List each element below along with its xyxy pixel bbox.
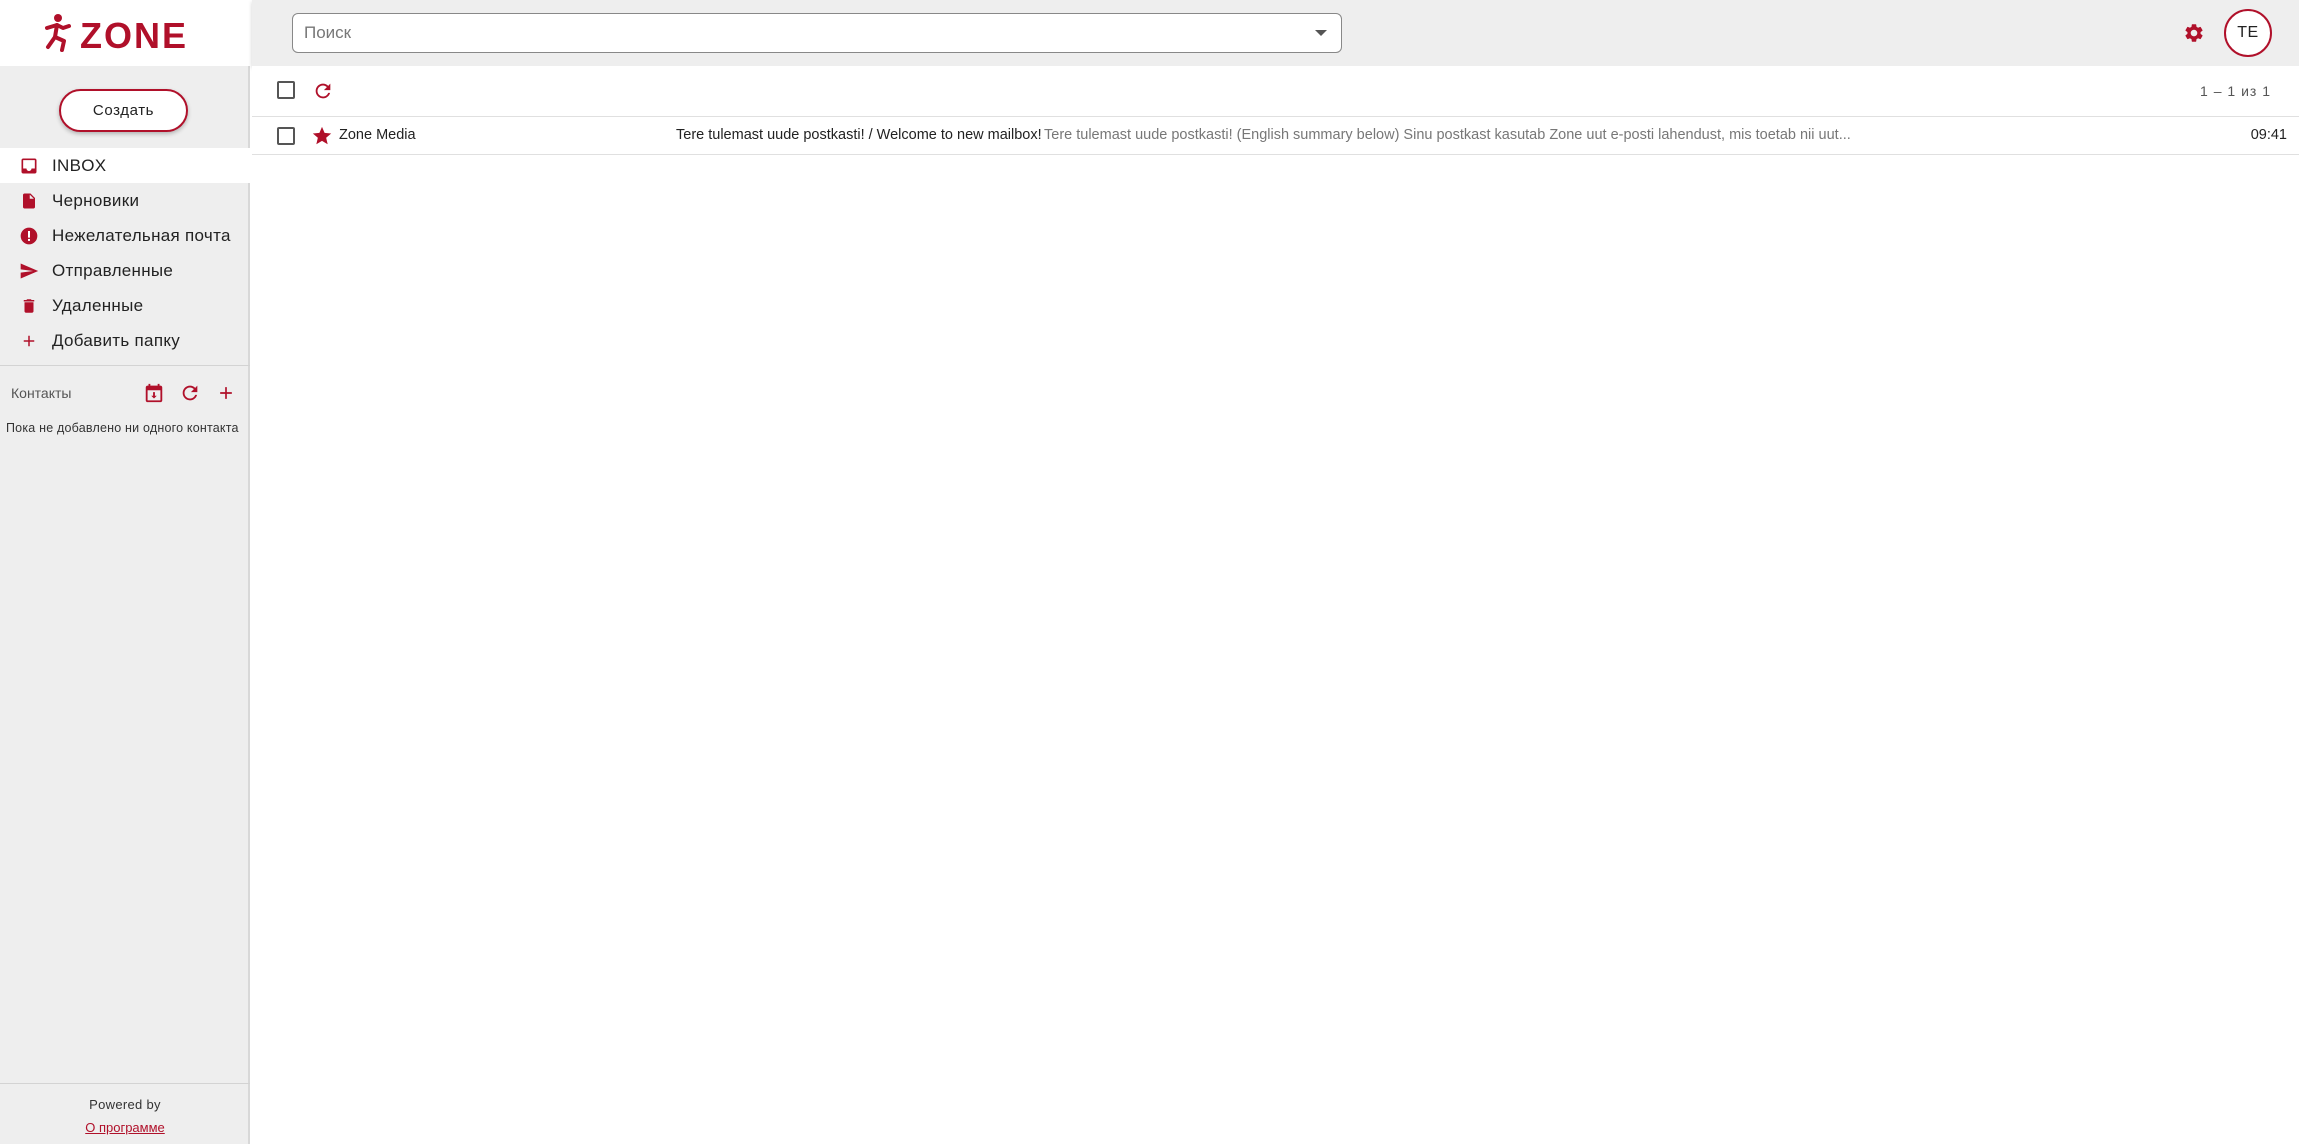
create-button[interactable]: Создать	[59, 89, 188, 132]
list-toolbar: 1 – 1 из 1	[252, 66, 2299, 117]
gear-icon	[2185, 24, 2203, 42]
sidebar-footer: Powered by О программе	[0, 1083, 250, 1137]
folder-label: Удаленные	[52, 295, 144, 315]
folder-inbox[interactable]: INBOX	[0, 148, 250, 183]
trash-icon	[18, 295, 40, 317]
import-contacts-icon[interactable]	[142, 381, 166, 405]
user-avatar[interactable]: TE	[2224, 9, 2272, 57]
message-checkbox[interactable]	[277, 127, 295, 145]
about-link[interactable]: О программе	[85, 1120, 165, 1135]
star-icon	[312, 126, 332, 145]
search-input[interactable]	[293, 14, 1301, 52]
folder-label: Нежелательная почта	[52, 225, 231, 245]
select-all-checkbox[interactable]	[277, 81, 295, 99]
contacts-header: Контакты	[0, 377, 250, 409]
zone-logo-icon: ZONE	[45, 14, 188, 53]
folder-drafts[interactable]: Черновики	[0, 183, 250, 218]
add-contact-icon[interactable]	[214, 381, 238, 405]
svg-text:ZONE: ZONE	[80, 15, 188, 53]
settings-button[interactable]	[2181, 20, 2207, 46]
inbox-icon	[18, 155, 40, 177]
star-button[interactable]	[310, 124, 334, 148]
message-row[interactable]: Zone Media Tere tulemast uude postkasti!…	[252, 117, 2299, 155]
zone-logo[interactable]: ZONE	[0, 0, 250, 66]
message-count: 1 – 1 из 1	[2200, 83, 2271, 99]
send-icon	[18, 260, 40, 282]
draft-icon	[18, 190, 40, 212]
plus-icon	[18, 330, 40, 352]
search-box	[292, 13, 1342, 53]
folder-label: Добавить папку	[52, 330, 181, 350]
refresh-icon	[315, 83, 331, 99]
sidebar: ZONE Создать INBOX Черновики Нежелательн…	[0, 0, 250, 1144]
folder-label: Отправленные	[52, 260, 174, 280]
message-time: 09:41	[2250, 127, 2287, 143]
folder-list: INBOX Черновики Нежелательная почта Отпр…	[0, 148, 250, 358]
powered-by-text: Powered by	[89, 1097, 161, 1112]
folder-label: Черновики	[52, 190, 140, 210]
spam-icon	[18, 225, 40, 247]
folder-label: INBOX	[52, 155, 107, 175]
folder-trash[interactable]: Удаленные	[0, 288, 250, 323]
refresh-button[interactable]	[311, 79, 335, 103]
sidebar-divider	[0, 365, 250, 366]
caret-down-icon	[1315, 30, 1327, 36]
folder-spam[interactable]: Нежелательная почта	[0, 218, 250, 253]
message-sender: Zone Media	[339, 127, 416, 143]
search-options-dropdown[interactable]	[1301, 14, 1341, 52]
contacts-title: Контакты	[11, 385, 72, 401]
refresh-contacts-icon[interactable]	[178, 381, 202, 405]
folder-sent[interactable]: Отправленные	[0, 253, 250, 288]
message-snippet: Tere tulemast uude postkasti! (English s…	[1044, 127, 1851, 143]
top-bar: TE	[252, 0, 2299, 66]
add-folder-button[interactable]: Добавить папку	[0, 323, 250, 358]
message-subject: Tere tulemast uude postkasti! / Welcome …	[676, 127, 1042, 143]
no-contacts-text: Пока не добавлено ни одного контакта	[6, 421, 239, 435]
